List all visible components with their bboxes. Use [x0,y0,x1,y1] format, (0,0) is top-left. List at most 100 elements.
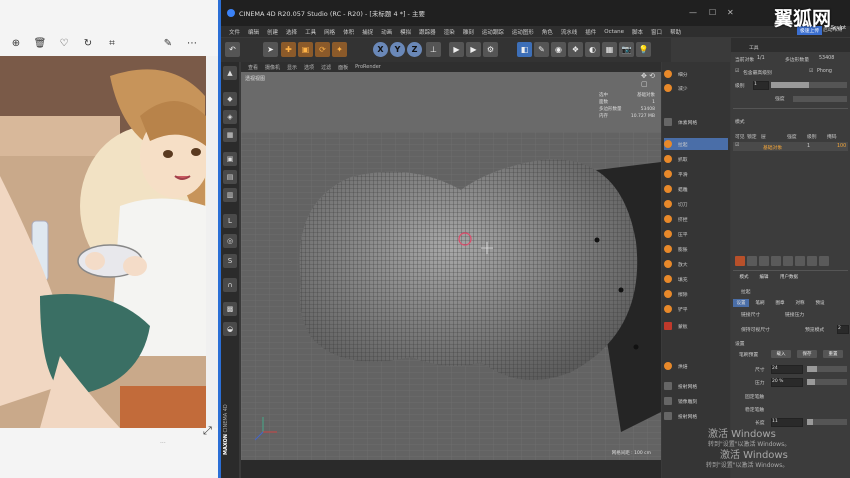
vp-menu-prorender[interactable]: ProRender [355,64,381,70]
pen-spline-icon[interactable]: ✎ [534,42,549,57]
render-view-icon[interactable]: ▶ [449,42,464,57]
phong-checkbox[interactable]: ☑ [809,69,813,74]
tool-project-mesh-2[interactable]: 投射网格 [664,410,728,422]
layer-add-icon[interactable] [735,256,745,266]
subtab-symmetry[interactable]: 对称 [791,299,809,307]
tab-mode[interactable]: 模式 [735,273,753,281]
tool-subdivide[interactable]: 细分 [664,68,728,80]
snapping-icon[interactable]: S [223,254,237,268]
tool-grab[interactable]: 抓取 [664,153,728,165]
include-highest-checkbox[interactable]: ☑ [735,69,739,74]
workplane-icon[interactable]: ▦ [223,128,237,142]
menu-simulate[interactable]: 模拟 [400,28,411,36]
layer-clear-icon[interactable] [795,256,805,266]
vp-menu-options[interactable]: 选项 [304,64,314,71]
menu-script[interactable]: 脚本 [632,28,643,36]
menu-tracker[interactable]: 跟踪器 [419,28,436,36]
tool-flatten[interactable]: 压平 [664,228,728,240]
model-mode-icon[interactable]: ◆ [223,92,237,106]
tool-inflate[interactable]: 膨胀 [664,243,728,255]
subdivision-icon[interactable]: ◉ [551,42,566,57]
tab-edit[interactable]: 编辑 [755,273,773,281]
layer-delete-icon[interactable] [819,256,829,266]
strength-slider[interactable] [793,96,847,102]
more-icon[interactable]: ⋯ [184,35,200,51]
menu-plugins[interactable]: 插件 [585,28,596,36]
preview-mode-field[interactable]: 2 [837,325,849,334]
menu-select[interactable]: 选择 [286,28,297,36]
axis-mode-icon[interactable]: L [223,214,237,228]
menu-motion-tracking[interactable]: 运动跟踪 [482,28,504,36]
menu-mograph[interactable]: 运动图形 [512,28,534,36]
tool-mask[interactable]: 蒙板 [664,320,728,332]
lock-workplane-icon[interactable]: ▩ [223,302,237,316]
layer-folder-icon[interactable] [747,256,757,266]
scale-icon[interactable]: ▣ [298,42,313,57]
tool-fill[interactable]: 填充 [664,273,728,285]
minimize-button[interactable]: — [689,8,697,17]
make-editable-icon[interactable]: ▲ [223,66,237,80]
rotate-tool-icon[interactable]: ⟳ [315,42,330,57]
menu-volume[interactable]: 体积 [343,28,354,36]
menu-character[interactable]: 角色 [542,28,553,36]
heart-icon[interactable]: ♡ [56,35,72,51]
size-slider[interactable] [807,366,847,372]
tool-scrape[interactable]: 铲平 [664,303,728,315]
viewer-scrollbar[interactable] [206,56,218,428]
menu-snap[interactable]: 捕捉 [362,28,373,36]
tweak-mode-icon[interactable]: ◎ [223,234,237,248]
camera-icon[interactable]: 📷 [619,42,634,57]
close-button[interactable]: ✕ [727,8,734,17]
layer-lock-icon[interactable] [807,256,817,266]
coordinate-system-icon[interactable]: ⊥ [426,42,441,57]
floor-icon[interactable]: ▦ [602,42,617,57]
crop-icon[interactable]: ⌗ [104,35,120,51]
tool-reduce[interactable]: 减少 [664,82,728,94]
menu-octane[interactable]: Octane [604,29,624,35]
vp-menu-filter[interactable]: 过滤 [321,64,331,71]
polygons-mode-icon[interactable]: ▥ [223,188,237,202]
subtab-brush[interactable]: 笔刷 [751,299,769,307]
axis-x-button[interactable]: X [373,42,388,57]
zoom-in-icon[interactable]: ⊕ [8,35,24,51]
menu-render[interactable]: 渲染 [444,28,455,36]
vp-menu-camera[interactable]: 摄像机 [265,64,280,71]
level-field[interactable]: 1 [753,81,769,90]
cube-primitive-icon[interactable]: ◧ [517,42,532,57]
subtab-stamp[interactable]: 图章 [771,299,789,307]
tool-knife[interactable]: 切刀 [664,198,728,210]
deformer-icon[interactable]: ◐ [585,42,600,57]
menu-mesh[interactable]: 网格 [324,28,335,36]
fullscreen-icon[interactable]: ⤢ [203,424,215,437]
tool-mirror-sculpt[interactable]: 镜像雕刻 [664,395,728,407]
recent-tool-icon[interactable]: ✦ [332,42,347,57]
solo-icon[interactable]: ◒ [223,322,237,336]
layer-mask-icon[interactable] [759,256,769,266]
cloner-icon[interactable]: ❖ [568,42,583,57]
edit-icon[interactable]: ✎ [160,35,176,51]
rotate-icon[interactable]: ↻ [80,35,96,51]
tool-voxel-mesh[interactable]: 体素网格 [664,116,728,128]
pressure-slider[interactable] [807,379,847,385]
tool-amplify[interactable]: 放大 [664,258,728,270]
sculpt-layout-button[interactable]: Sculpt [831,26,846,31]
save-preset-button[interactable]: 保存 [797,350,817,358]
mode-menu[interactable]: 模式 [735,118,745,125]
points-mode-icon[interactable]: ▣ [223,152,237,166]
undo-icon[interactable]: ↶ [225,42,240,57]
render-picture-viewer-icon[interactable]: ▶ [466,42,481,57]
layer-visible-checkbox[interactable]: ☑ [735,143,739,148]
layer-merge-icon[interactable] [783,256,793,266]
axis-y-button[interactable]: Y [390,42,405,57]
perspective-viewport[interactable]: 透视视图 选中 基础对象 面数 1 多边形数量 53408 内存 10.727 MB 网… [241,72,661,460]
layer-copy-icon[interactable] [771,256,781,266]
tool-erase[interactable]: 擦除 [664,288,728,300]
tool-smooth[interactable]: 平滑 [664,168,728,180]
subtab-settings[interactable]: 设置 [733,299,749,307]
tool-wax[interactable]: 蜡雕 [664,183,728,195]
render-settings-icon[interactable]: ⚙ [483,42,498,57]
menu-file[interactable]: 文件 [229,28,240,36]
edges-mode-icon[interactable]: ▤ [223,170,237,184]
size-field[interactable]: 24 [771,365,803,374]
maximize-button[interactable]: ☐ [709,8,716,17]
